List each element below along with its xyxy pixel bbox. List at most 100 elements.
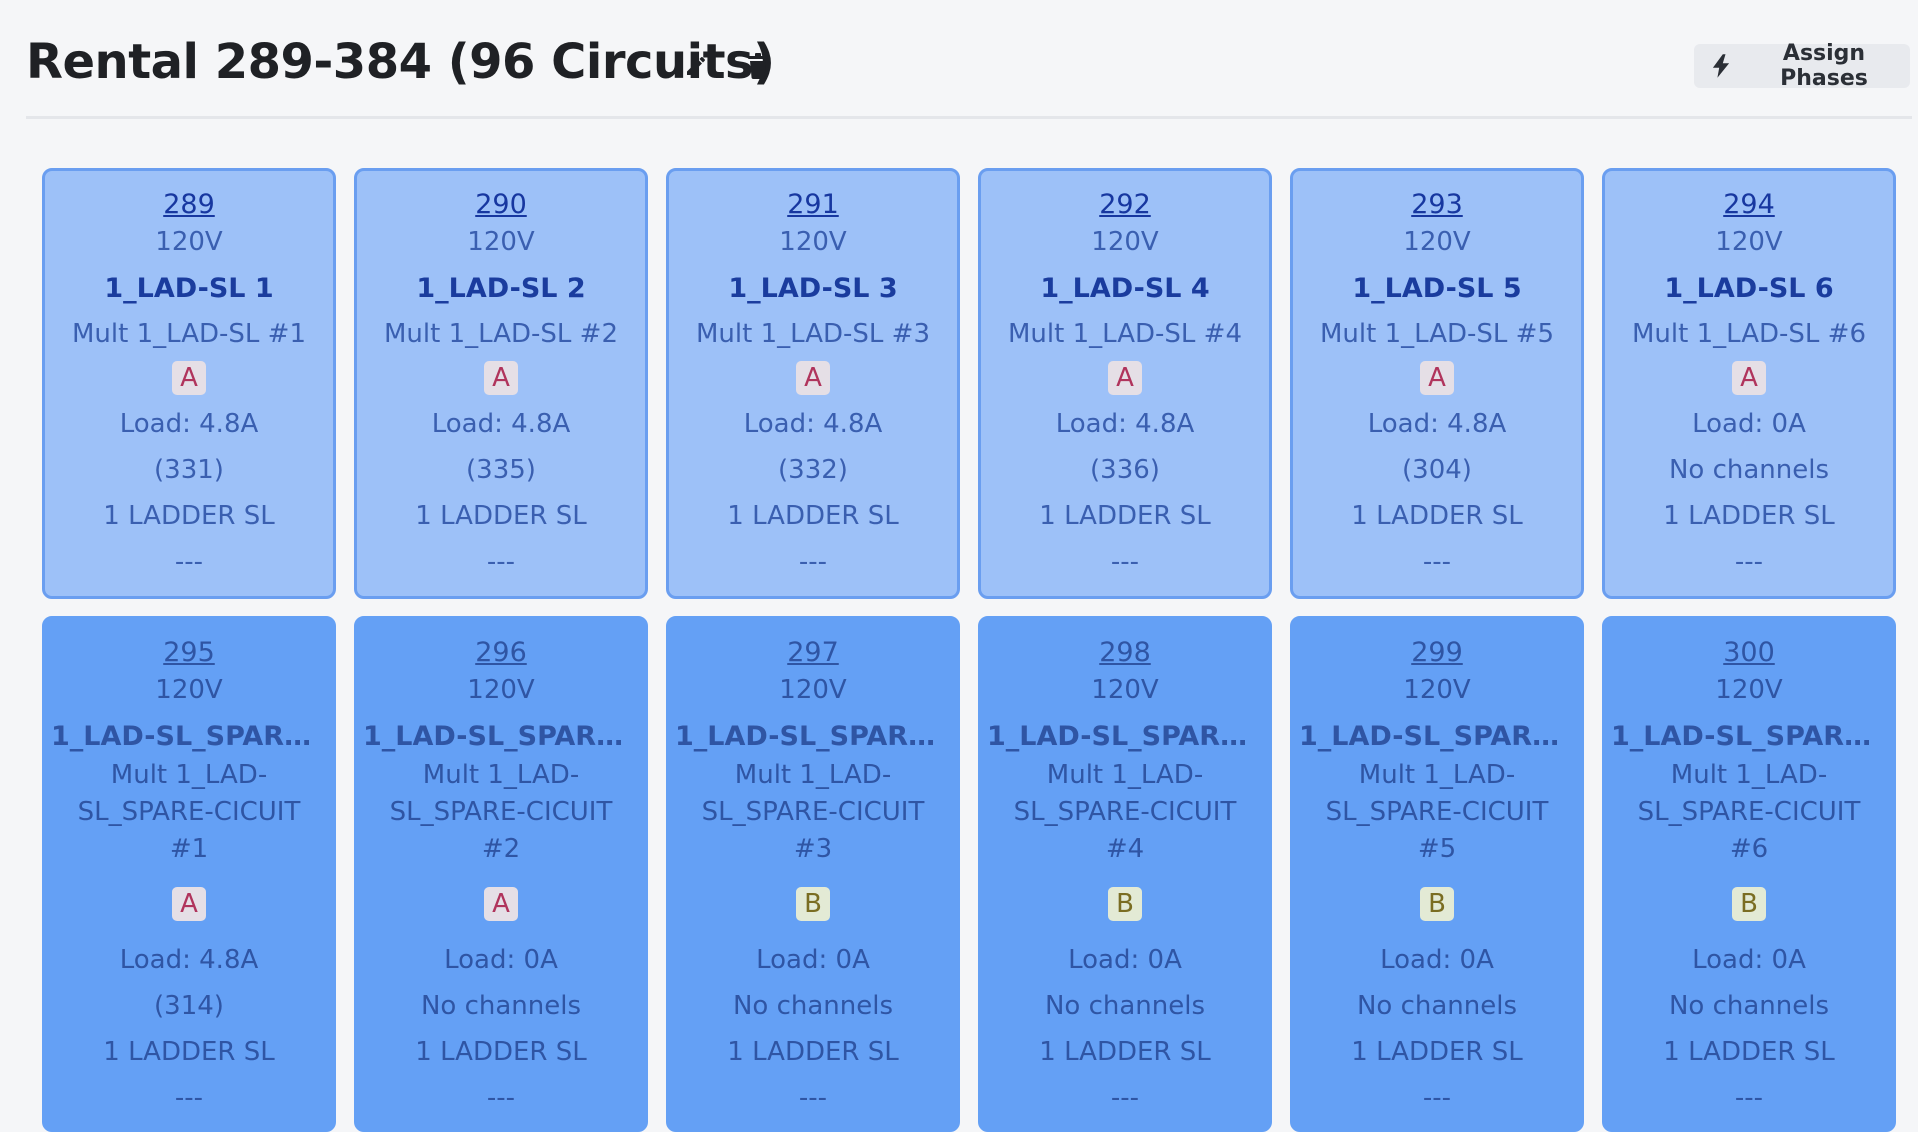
circuit-number-link[interactable]: 289 bbox=[45, 189, 333, 220]
circuit-extra: --- bbox=[1110, 1083, 1140, 1113]
circuit-channels: (335) bbox=[466, 455, 536, 485]
circuit-number-link[interactable]: 299 bbox=[1293, 637, 1581, 668]
circuit-name: 1_LAD-SL 5 bbox=[1352, 273, 1522, 304]
circuit-number-link[interactable]: 298 bbox=[981, 637, 1269, 668]
circuit-channels: (304) bbox=[1402, 455, 1472, 485]
phase-badge: A bbox=[796, 361, 830, 395]
circuit-description: Mult 1_LAD-SL #5 bbox=[1320, 319, 1554, 349]
circuit-number-link[interactable]: 291 bbox=[669, 189, 957, 220]
phase-badge: A bbox=[484, 361, 518, 395]
circuit-card-295[interactable]: 295 120V 1_LAD-SL_SPARE... Mult 1_LAD-SL_SP… bbox=[42, 616, 336, 1132]
circuit-card-296[interactable]: 296 120V 1_LAD-SL_SPARE... Mult 1_LAD-SL_SP… bbox=[354, 616, 648, 1132]
circuit-number-link[interactable]: 292 bbox=[981, 189, 1269, 220]
circuit-card-291[interactable]: 291 120V 1_LAD-SL 3 Mult 1_LAD-SL #3 A Load: … bbox=[666, 168, 960, 599]
trash-icon bbox=[748, 53, 768, 79]
circuit-extra: --- bbox=[798, 1083, 828, 1113]
circuit-type: 1 LADDER SL bbox=[1351, 1037, 1523, 1067]
circuit-number-link[interactable]: 290 bbox=[357, 189, 645, 220]
circuit-type: 1 LADDER SL bbox=[415, 1037, 587, 1067]
circuit-number-link[interactable]: 300 bbox=[1605, 637, 1893, 668]
circuit-number-link[interactable]: 295 bbox=[45, 637, 333, 668]
circuit-voltage: 120V bbox=[1715, 227, 1783, 257]
circuit-channels: No channels bbox=[1668, 991, 1830, 1021]
circuit-description: Mult 1_LAD-SL #1 bbox=[72, 319, 306, 349]
circuit-card-294[interactable]: 294 120V 1_LAD-SL 6 Mult 1_LAD-SL #6 A Load: … bbox=[1602, 168, 1896, 599]
circuit-load: Load: 0A bbox=[1692, 945, 1806, 975]
circuit-card-292[interactable]: 292 120V 1_LAD-SL 4 Mult 1_LAD-SL #4 A Load: … bbox=[978, 168, 1272, 599]
circuit-description: Mult 1_LAD-SL #3 bbox=[696, 319, 930, 349]
phase-badge: B bbox=[1108, 887, 1142, 921]
page-title: Rental 289-384 (96 Circuits) bbox=[26, 34, 775, 90]
circuit-channels: No channels bbox=[1044, 991, 1206, 1021]
circuit-voltage: 120V bbox=[155, 675, 223, 705]
circuit-card-289[interactable]: 289 120V 1_LAD-SL 1 Mult 1_LAD-SL #1 A Load: … bbox=[42, 168, 336, 599]
circuit-description: Mult 1_LAD-SL_SPARE-CICUIT #3 bbox=[701, 760, 925, 864]
circuit-name: 1_LAD-SL_SPARE... bbox=[1299, 721, 1581, 752]
circuit-type: 1 LADDER SL bbox=[103, 1037, 275, 1067]
circuit-load: Load: 0A bbox=[1380, 945, 1494, 975]
circuit-load: Load: 4.8A bbox=[1055, 409, 1195, 439]
circuit-load: Load: 4.8A bbox=[743, 409, 883, 439]
pencil-icon bbox=[687, 57, 705, 75]
circuit-voltage: 120V bbox=[155, 227, 223, 257]
circuit-channels: No channels bbox=[1668, 455, 1830, 485]
circuit-card-300[interactable]: 300 120V 1_LAD-SL_SPARE... Mult 1_LAD-SL_SP… bbox=[1602, 616, 1896, 1132]
circuit-channels: No channels bbox=[1356, 991, 1518, 1021]
circuit-load: Load: 0A bbox=[1692, 409, 1806, 439]
circuit-card-298[interactable]: 298 120V 1_LAD-SL_SPARE... Mult 1_LAD-SL_SP… bbox=[978, 616, 1272, 1132]
phase-badge: B bbox=[796, 887, 830, 921]
circuit-channels: (331) bbox=[154, 455, 224, 485]
circuit-type: 1 LADDER SL bbox=[727, 1037, 899, 1067]
circuit-voltage: 120V bbox=[1403, 227, 1471, 257]
phase-badge: A bbox=[172, 887, 206, 921]
circuit-number-link[interactable]: 294 bbox=[1605, 189, 1893, 220]
delete-button[interactable] bbox=[744, 52, 772, 80]
circuit-name: 1_LAD-SL_SPARE... bbox=[987, 721, 1269, 752]
circuit-card-290[interactable]: 290 120V 1_LAD-SL 2 Mult 1_LAD-SL #2 A Load: … bbox=[354, 168, 648, 599]
circuit-load: Load: 0A bbox=[756, 945, 870, 975]
circuit-voltage: 120V bbox=[467, 675, 535, 705]
circuit-load: Load: 4.8A bbox=[119, 945, 259, 975]
circuit-name: 1_LAD-SL_SPARE... bbox=[51, 721, 333, 752]
circuit-load: Load: 0A bbox=[1068, 945, 1182, 975]
circuit-channels: No channels bbox=[732, 991, 894, 1021]
circuit-extra: --- bbox=[1734, 1083, 1764, 1113]
phase-badge: A bbox=[1108, 361, 1142, 395]
page-header: Rental 289-384 (96 Circuits) Assign Phas… bbox=[0, 0, 1918, 119]
circuit-name: 1_LAD-SL 2 bbox=[416, 273, 586, 304]
phase-badge: A bbox=[172, 361, 206, 395]
circuit-extra: --- bbox=[1734, 547, 1764, 577]
circuit-extra: --- bbox=[486, 1083, 516, 1113]
circuit-type: 1 LADDER SL bbox=[1039, 501, 1211, 531]
circuit-extra: --- bbox=[1422, 1083, 1452, 1113]
circuit-type: 1 LADDER SL bbox=[1351, 501, 1523, 531]
circuit-number-link[interactable]: 296 bbox=[357, 637, 645, 668]
circuit-load: Load: 0A bbox=[444, 945, 558, 975]
circuit-card-293[interactable]: 293 120V 1_LAD-SL 5 Mult 1_LAD-SL #5 A Load: … bbox=[1290, 168, 1584, 599]
assign-phases-button[interactable]: Assign Phases bbox=[1694, 41, 1910, 91]
circuit-channels: (332) bbox=[778, 455, 848, 485]
circuit-extra: --- bbox=[486, 547, 516, 577]
circuit-description: Mult 1_LAD-SL_SPARE-CICUIT #5 bbox=[1325, 760, 1549, 864]
circuit-name: 1_LAD-SL_SPARE... bbox=[363, 721, 645, 752]
circuit-load: Load: 4.8A bbox=[1367, 409, 1507, 439]
phase-badge: B bbox=[1732, 887, 1766, 921]
phase-badge: A bbox=[1420, 361, 1454, 395]
circuit-voltage: 120V bbox=[1715, 675, 1783, 705]
circuit-name: 1_LAD-SL_SPARE... bbox=[1611, 721, 1893, 752]
circuit-description: Mult 1_LAD-SL #6 bbox=[1632, 319, 1866, 349]
circuit-voltage: 120V bbox=[1403, 675, 1471, 705]
circuit-description: Mult 1_LAD-SL_SPARE-CICUIT #4 bbox=[1013, 760, 1237, 864]
circuit-number-link[interactable]: 297 bbox=[669, 637, 957, 668]
circuit-name: 1_LAD-SL_SPARE... bbox=[675, 721, 957, 752]
header-divider bbox=[26, 116, 1912, 119]
edit-button[interactable] bbox=[682, 52, 710, 80]
circuit-voltage: 120V bbox=[779, 675, 847, 705]
circuit-channels: (314) bbox=[154, 991, 224, 1021]
circuit-extra: --- bbox=[174, 547, 204, 577]
circuit-name: 1_LAD-SL 4 bbox=[1040, 273, 1210, 304]
circuit-card-299[interactable]: 299 120V 1_LAD-SL_SPARE... Mult 1_LAD-SL_SP… bbox=[1290, 616, 1584, 1132]
circuit-number-link[interactable]: 293 bbox=[1293, 189, 1581, 220]
circuit-type: 1 LADDER SL bbox=[103, 501, 275, 531]
circuit-card-297[interactable]: 297 120V 1_LAD-SL_SPARE... Mult 1_LAD-SL_SP… bbox=[666, 616, 960, 1132]
